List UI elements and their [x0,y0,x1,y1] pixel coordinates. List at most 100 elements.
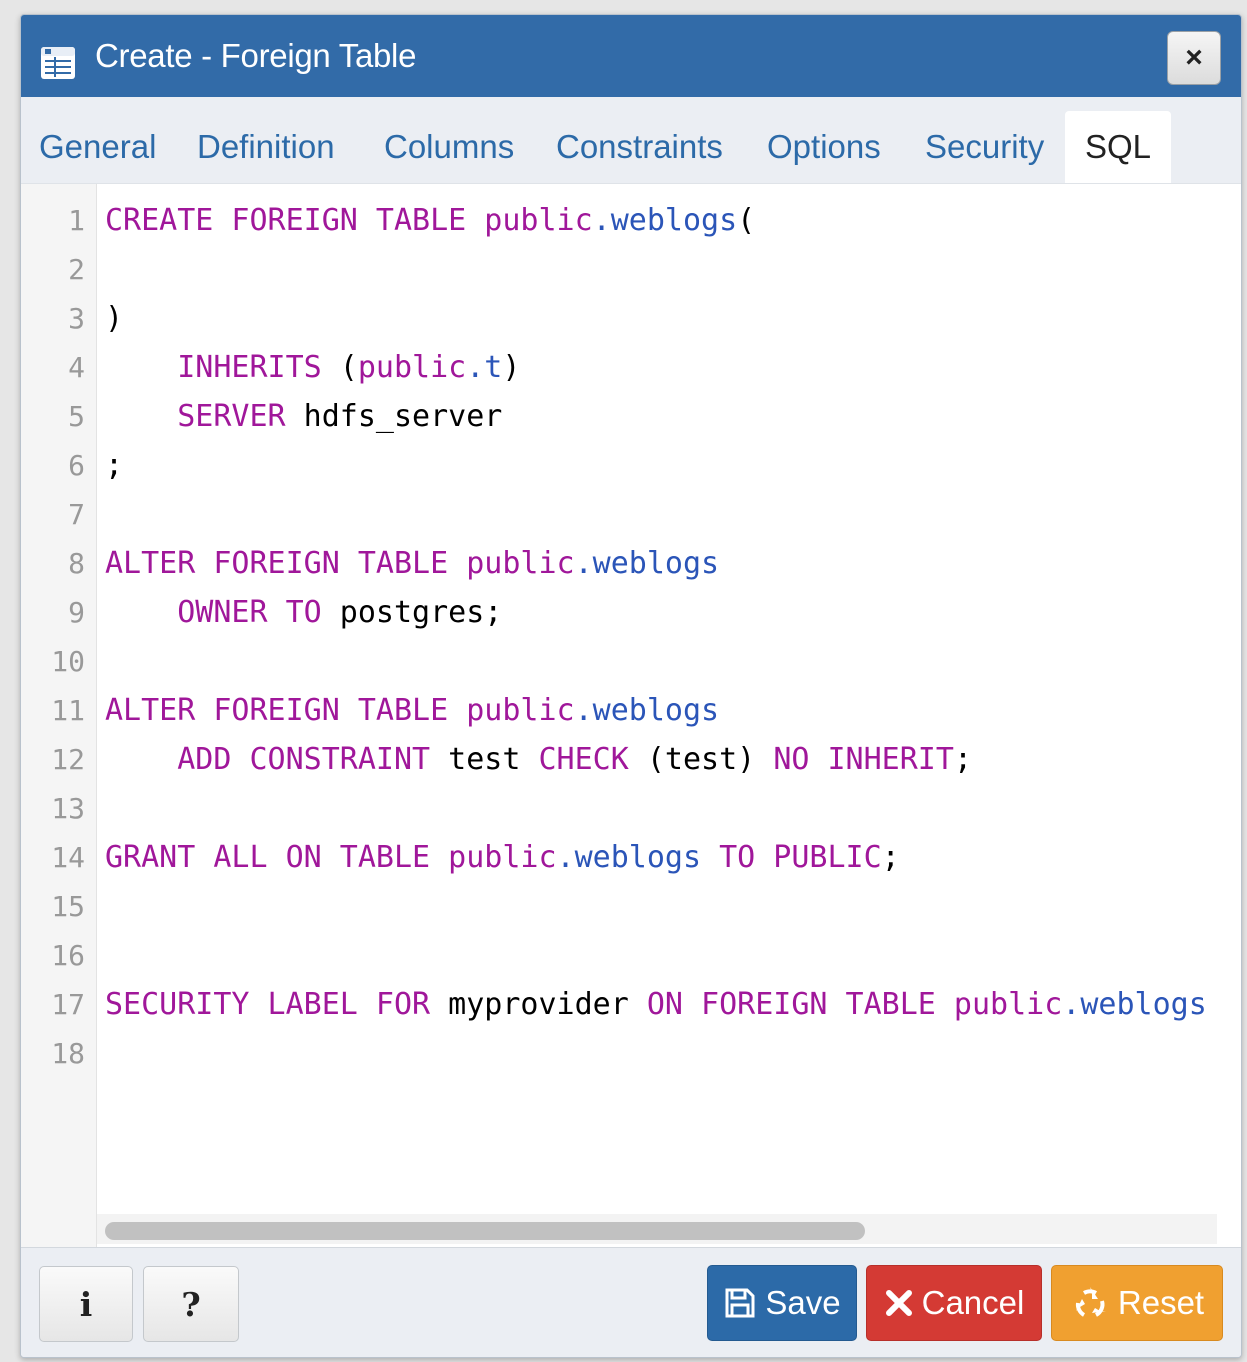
reset-label: Reset [1117,1284,1205,1321]
code-token: ; [953,742,972,777]
foreign-table-icon [39,43,79,83]
sql-editor[interactable]: 1 2 3 4 5 6 7 8 9 10 11 12 13 14 15 16 17 18 CREATE FOREI… [21,183,1241,1247]
tab-columns[interactable]: Columns [384,111,514,183]
code-token: ALTER FOREIGN TABLE [105,693,467,728]
tab-general[interactable]: General [39,111,156,183]
line-number: 6 [68,449,85,482]
code-token: ) [502,350,521,385]
code-token: ON FOREIGN TABLE [646,987,954,1022]
line-number: 5 [68,400,85,433]
code-line[interactable]: ; [105,441,1219,490]
code-line[interactable] [105,1029,1219,1078]
code-line[interactable] [105,245,1219,294]
reset-button[interactable]: Reset [1051,1265,1223,1341]
code-line[interactable]: ) [105,294,1219,343]
code-token: NO INHERIT [773,742,954,777]
code-token: OWNER TO [177,595,322,630]
line-number: 9 [68,596,85,629]
line-number: 13 [51,792,85,825]
code-token: public [466,693,575,728]
close-button[interactable]: × [1167,31,1221,85]
save-button[interactable]: Save [707,1265,857,1341]
tab-bar: General Definition Columns Constraints O… [21,97,1241,183]
code-token: public [357,350,467,385]
code-token: SECURITY LABEL FOR [105,987,431,1022]
tab-sql[interactable]: SQL [1065,111,1172,183]
code-token: ADD CONSTRAINT [177,742,431,777]
code-token: .weblogs [592,203,738,238]
code-token: ; [881,840,900,875]
code-token: ) [105,301,124,336]
code-line[interactable]: ALTER FOREIGN TABLE public.weblogs [105,686,1219,735]
line-number: 16 [51,939,85,972]
code-token: test [430,742,539,777]
dialog-title: Create - Foreign Table [95,37,417,74]
line-number: 17 [51,988,85,1021]
dialog-titlebar[interactable]: Create - Foreign Table × [21,15,1241,97]
line-number: 10 [51,645,85,678]
code-token: public [466,546,575,581]
info-icon: i [79,1284,93,1324]
code-token: public [448,840,557,875]
dialog-footer: i ? Save Cancel Reset [21,1247,1241,1357]
code-token: SERVER [177,399,286,434]
code-line[interactable] [105,784,1219,833]
tab-definition[interactable]: Definition [197,111,335,183]
code-token: .weblogs [574,546,720,581]
line-number: 7 [68,498,85,531]
horizontal-scrollbar-thumb[interactable] [105,1222,865,1240]
code-token: TO PUBLIC [701,840,882,875]
code-line[interactable]: SERVER hdfs_server [105,392,1219,441]
code-line[interactable]: ALTER FOREIGN TABLE public.weblogs [105,539,1219,588]
line-number: 12 [51,743,85,776]
code-token: CHECK [538,742,629,777]
line-number: 3 [68,302,85,335]
tab-security[interactable]: Security [925,111,1044,183]
code-line[interactable]: OWNER TO postgres; [105,588,1219,637]
code-token: public [953,987,1063,1022]
line-number: 14 [51,841,85,874]
code-token: (test) [628,742,774,777]
info-button[interactable]: i [39,1266,133,1342]
code-token: ALTER FOREIGN TABLE [105,546,467,581]
code-line[interactable] [105,882,1219,931]
code-token: myprovider [430,987,647,1022]
create-foreign-table-dialog: Create - Foreign Table × General Definit… [20,14,1242,1358]
line-number: 1 [68,204,85,237]
save-label: Save [765,1284,841,1321]
code-line[interactable]: SECURITY LABEL FOR myprovider ON FOREIGN… [105,980,1219,1029]
tab-options[interactable]: Options [767,111,881,183]
code-token: ( [737,203,756,238]
code-token: postgres; [321,595,503,630]
cancel-label: Cancel [921,1284,1025,1321]
help-button[interactable]: ? [143,1266,239,1342]
code-token: .weblogs [574,693,720,728]
close-icon [884,1288,914,1318]
code-line[interactable] [105,637,1219,686]
code-line[interactable]: GRANT ALL ON TABLE public.weblogs TO PUB… [105,833,1219,882]
code-token: CREATE FOREIGN TABLE [105,203,485,238]
line-number: 15 [51,890,85,923]
line-number: 18 [51,1037,85,1070]
code-line[interactable] [105,490,1219,539]
code-token: hdfs_server [285,399,503,434]
code-line[interactable]: CREATE FOREIGN TABLE public.weblogs( [105,196,1219,245]
line-number: 8 [68,547,85,580]
tab-constraints[interactable]: Constraints [556,111,723,183]
code-line[interactable] [105,931,1219,980]
code-line[interactable]: INHERITS (public.t) [105,343,1219,392]
line-number: 4 [68,351,85,384]
cancel-button[interactable]: Cancel [866,1265,1042,1341]
line-number: 11 [51,694,85,727]
floppy-disk-icon [723,1286,757,1320]
code-token: GRANT ALL ON TABLE [105,840,449,875]
code-token: ( [321,350,358,385]
code-line[interactable]: ADD CONSTRAINT test CHECK (test) NO INHE… [105,735,1219,784]
code-token: .weblogs [556,840,702,875]
code-token: .t [466,350,503,385]
code-token: public [484,203,593,238]
